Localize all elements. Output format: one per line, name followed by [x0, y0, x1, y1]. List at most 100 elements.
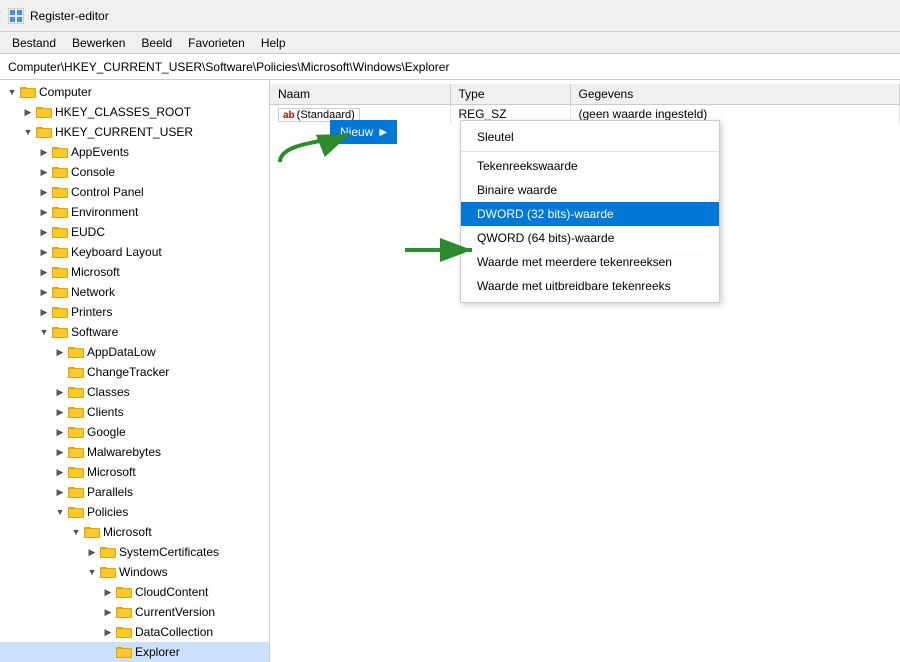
tree-label-console: Console — [71, 165, 115, 179]
expand-printers[interactable]: ▶ — [36, 304, 52, 320]
tree-item-currentversion[interactable]: ▶ CurrentVersion — [0, 602, 269, 622]
folder-icon-currentversion — [116, 605, 132, 619]
tree-item-computer[interactable]: ▼ Computer — [0, 82, 269, 102]
tree-label-explorer: Explorer — [135, 645, 180, 659]
expand-cloudcontent[interactable]: ▶ — [100, 584, 116, 600]
folder-icon-microsoft-sw — [68, 465, 84, 479]
menu-item-binairewaarde[interactable]: Binaire waarde — [461, 178, 719, 202]
folder-icon-software — [52, 325, 68, 339]
tree-item-explorer[interactable]: ▶ Explorer — [0, 642, 269, 662]
menu-bar: Bestand Bewerken Beeld Favorieten Help — [0, 32, 900, 54]
expand-windows[interactable]: ▼ — [84, 564, 100, 580]
tree-label-changetracker: ChangeTracker — [87, 365, 169, 379]
tree-item-windows[interactable]: ▼ Windows — [0, 562, 269, 582]
arrow-to-dword — [400, 235, 480, 265]
address-path: Computer\HKEY_CURRENT_USER\Software\Poli… — [8, 60, 449, 74]
tree-item-cloudcontent[interactable]: ▶ CloudContent — [0, 582, 269, 602]
expand-clients[interactable]: ▶ — [52, 404, 68, 420]
expand-computer[interactable]: ▼ — [4, 84, 20, 100]
expand-microsoft-hkcu[interactable]: ▶ — [36, 264, 52, 280]
expand-classes-root[interactable]: ▶ — [20, 104, 36, 120]
tree-item-microsoft-hkcu[interactable]: ▶ Microsoft — [0, 262, 269, 282]
window-title: Register-editor — [30, 9, 109, 23]
tree-item-parallels[interactable]: ▶ Parallels — [0, 482, 269, 502]
expand-google[interactable]: ▶ — [52, 424, 68, 440]
tree-panel[interactable]: ▼ Computer ▶ HKEY_CLASSES_ROOT ▼ HKEY_CU… — [0, 80, 270, 662]
tree-label-printers: Printers — [71, 305, 112, 319]
folder-icon-network — [52, 285, 68, 299]
tree-item-google[interactable]: ▶ Google — [0, 422, 269, 442]
menu-item-dword[interactable]: DWORD (32 bits)-waarde — [461, 202, 719, 226]
tree-item-microsoft-sw[interactable]: ▶ Microsoft — [0, 462, 269, 482]
right-panel: Naam Type Gegevens ab (Standaard) REG_SZ… — [270, 80, 900, 662]
tree-item-datacollection[interactable]: ▶ DataCollection — [0, 622, 269, 642]
menu-item-meerdere[interactable]: Waarde met meerdere tekenreeksen — [461, 250, 719, 274]
tree-label-policies-microsoft: Microsoft — [103, 525, 152, 539]
expand-malwarebytes[interactable]: ▶ — [52, 444, 68, 460]
tree-item-classes[interactable]: ▶ Classes — [0, 382, 269, 402]
tree-item-keyboard-layout[interactable]: ▶ Keyboard Layout — [0, 242, 269, 262]
tree-item-control-panel[interactable]: ▶ Control Panel — [0, 182, 269, 202]
expand-appevents[interactable]: ▶ — [36, 144, 52, 160]
folder-icon-google — [68, 425, 84, 439]
tree-label-datacollection: DataCollection — [135, 625, 213, 639]
menu-item-tekenreekswaarde[interactable]: Tekenreekswaarde — [461, 154, 719, 178]
tree-item-classes-root[interactable]: ▶ HKEY_CLASSES_ROOT — [0, 102, 269, 122]
expand-policies[interactable]: ▼ — [52, 504, 68, 520]
menu-help[interactable]: Help — [253, 34, 294, 52]
expand-environment[interactable]: ▶ — [36, 204, 52, 220]
expand-control-panel[interactable]: ▶ — [36, 184, 52, 200]
tree-item-appevents[interactable]: ▶ AppEvents — [0, 142, 269, 162]
col-type: Type — [450, 84, 570, 104]
col-naam: Naam — [270, 84, 450, 104]
tree-item-policies[interactable]: ▼ Policies — [0, 502, 269, 522]
expand-software[interactable]: ▼ — [36, 324, 52, 340]
folder-icon-datacollection — [116, 625, 132, 639]
tree-label-google: Google — [87, 425, 126, 439]
tree-label-malwarebytes: Malwarebytes — [87, 445, 161, 459]
tree-item-malwarebytes[interactable]: ▶ Malwarebytes — [0, 442, 269, 462]
expand-systemcertificates[interactable]: ▶ — [84, 544, 100, 560]
menu-item-qword[interactable]: QWORD (64 bits)-waarde — [461, 226, 719, 250]
expand-currentversion[interactable]: ▶ — [100, 604, 116, 620]
menu-beeld[interactable]: Beeld — [133, 34, 180, 52]
expand-appdatalow[interactable]: ▶ — [52, 344, 68, 360]
menu-item-uitbreidbare[interactable]: Waarde met uitbreidbare tekenreeks — [461, 274, 719, 298]
expand-parallels[interactable]: ▶ — [52, 484, 68, 500]
tree-label-microsoft-sw: Microsoft — [87, 465, 136, 479]
tree-label-appdatalow: AppDataLow — [87, 345, 156, 359]
menu-bestand[interactable]: Bestand — [4, 34, 64, 52]
expand-console[interactable]: ▶ — [36, 164, 52, 180]
tree-item-network[interactable]: ▶ Network — [0, 282, 269, 302]
tree-item-eudc[interactable]: ▶ EUDC — [0, 222, 269, 242]
expand-datacollection[interactable]: ▶ — [100, 624, 116, 640]
expand-eudc[interactable]: ▶ — [36, 224, 52, 240]
tree-item-policies-microsoft[interactable]: ▼ Microsoft — [0, 522, 269, 542]
expand-keyboard-layout[interactable]: ▶ — [36, 244, 52, 260]
tree-item-software[interactable]: ▼ Software — [0, 322, 269, 342]
tree-item-console[interactable]: ▶ Console — [0, 162, 269, 182]
menu-bewerken[interactable]: Bewerken — [64, 34, 133, 52]
context-menu-area: Nieuw ▶ Sleutel Tekenreekswaarde Binaire… — [330, 120, 397, 144]
tree-item-printers[interactable]: ▶ Printers — [0, 302, 269, 322]
expand-classes[interactable]: ▶ — [52, 384, 68, 400]
menu-item-sleutel[interactable]: Sleutel — [461, 125, 719, 149]
tree-item-appdatalow[interactable]: ▶ AppDataLow — [0, 342, 269, 362]
tree-item-changetracker[interactable]: ▶ ChangeTracker — [0, 362, 269, 382]
expand-policies-microsoft[interactable]: ▼ — [68, 524, 84, 540]
tree-label-network: Network — [71, 285, 115, 299]
folder-icon-windows — [100, 565, 116, 579]
menu-separator — [461, 151, 719, 152]
expand-current-user[interactable]: ▼ — [20, 124, 36, 140]
folder-icon-systemcertificates — [100, 545, 116, 559]
tree-item-clients[interactable]: ▶ Clients — [0, 402, 269, 422]
expand-network[interactable]: ▶ — [36, 284, 52, 300]
tree-item-systemcertificates[interactable]: ▶ SystemCertificates — [0, 542, 269, 562]
folder-icon-appdatalow — [68, 345, 84, 359]
expand-microsoft-sw[interactable]: ▶ — [52, 464, 68, 480]
tree-item-current-user[interactable]: ▼ HKEY_CURRENT_USER — [0, 122, 269, 142]
submenu-arrow-icon: ▶ — [379, 127, 387, 138]
folder-icon-classes-root — [36, 105, 52, 119]
tree-item-environment[interactable]: ▶ Environment — [0, 202, 269, 222]
menu-favorieten[interactable]: Favorieten — [180, 34, 253, 52]
